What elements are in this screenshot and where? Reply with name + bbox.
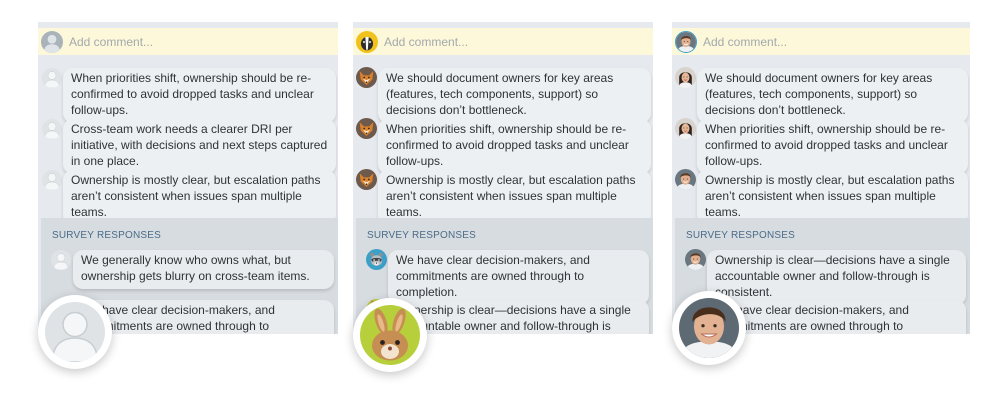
anonymous-avatar-icon (41, 31, 63, 53)
woman-photo-avatar-icon (675, 67, 696, 88)
comments-panel-photo: Add comment... We should document owners… (672, 22, 970, 334)
survey-response-bubble: We have clear decision-makers, and commi… (73, 300, 334, 334)
add-comment-bar[interactable]: Add comment... (38, 28, 338, 55)
add-comment-placeholder[interactable]: Add comment... (703, 35, 787, 49)
survey-responses-label: SURVEY RESPONSES (686, 230, 795, 241)
comment-bubble: Ownership is mostly clear, but escalatio… (63, 170, 336, 225)
man-photo-avatar-icon (675, 30, 697, 53)
comment-bubble: Ownership is mostly clear, but escalatio… (378, 170, 651, 225)
comments-panel-anonymous: Add comment... When priorities shift, ow… (38, 22, 338, 334)
add-comment-placeholder[interactable]: Add comment... (69, 35, 153, 49)
survey-response-bubble: Ownership is clear—decisions have a sing… (388, 300, 649, 334)
add-comment-placeholder[interactable]: Add comment... (384, 35, 468, 49)
comment-bubble: We should document owners for key areas … (378, 68, 651, 123)
survey-responses-label: SURVEY RESPONSES (52, 230, 161, 241)
survey-response-bubble: We have clear decision-makers, and commi… (388, 250, 649, 305)
survey-response-bubble: We generally know who owns what, but own… (73, 250, 334, 289)
fox-avatar-icon (356, 118, 377, 139)
man-photo-avatar-icon (679, 298, 739, 358)
woman-photo-avatar-icon (675, 118, 696, 139)
man-photo-avatar-large (672, 291, 746, 365)
comment-bubble: Cross-team work needs a clearer DRI per … (63, 119, 336, 174)
man-photo-avatar-icon (675, 169, 696, 190)
rabbit-avatar-large (353, 298, 427, 372)
rabbit-avatar-icon (360, 305, 420, 365)
add-comment-bar[interactable]: Add comment... (353, 28, 653, 55)
comment-bubble: When priorities shift, ownership should … (378, 119, 651, 174)
comments-panel-animal: Add comment... We should document owners… (353, 22, 653, 334)
anonymous-avatar-large (38, 295, 112, 369)
fox-avatar-icon (356, 67, 377, 88)
survey-response-bubble: Ownership is clear—decisions have a sing… (707, 250, 966, 305)
anonymous-avatar-icon (42, 119, 62, 139)
comment-bubble: When priorities shift, ownership should … (697, 119, 968, 174)
add-comment-bar[interactable]: Add comment... (672, 28, 970, 55)
anonymous-avatar-icon (45, 302, 105, 362)
anonymous-avatar-icon (42, 68, 62, 88)
man-photo-avatar-icon (685, 249, 706, 270)
comment-bubble: When priorities shift, ownership should … (63, 68, 336, 123)
comment-bubble: We should document owners for key areas … (697, 68, 968, 123)
anonymous-avatar-icon (51, 250, 71, 270)
badger-avatar-icon (356, 31, 378, 53)
anonymous-avatar-icon (42, 170, 62, 190)
comment-bubble: Ownership is mostly clear, but escalatio… (697, 170, 968, 225)
raccoon-avatar-icon (366, 249, 387, 270)
survey-responses-label: SURVEY RESPONSES (367, 230, 476, 241)
fox-avatar-icon (356, 169, 377, 190)
